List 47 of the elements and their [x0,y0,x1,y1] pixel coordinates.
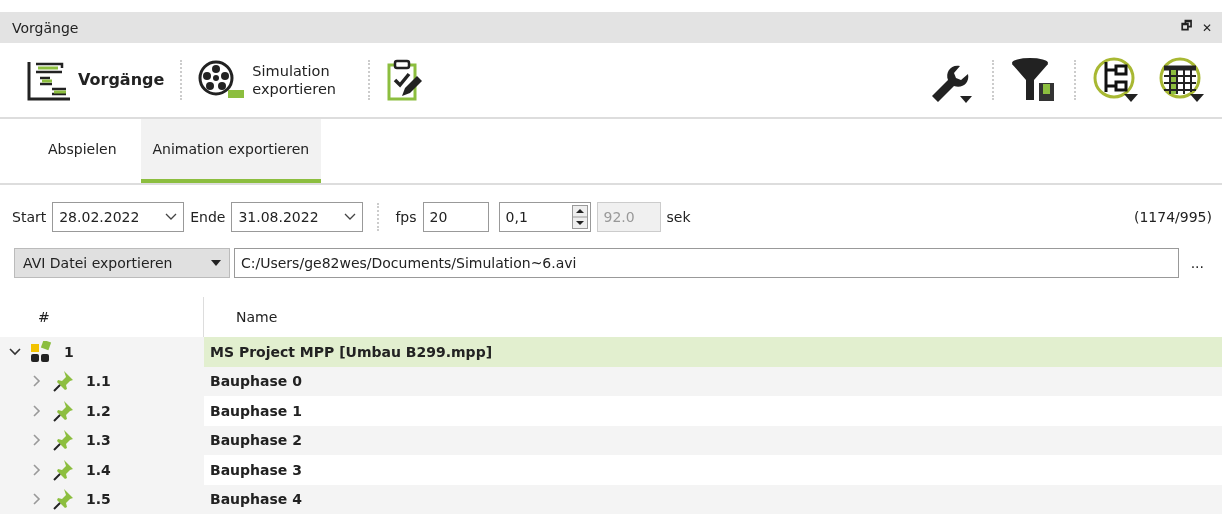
close-button[interactable]: ✕ [1199,17,1214,38]
window-title: Vorgänge [12,19,79,36]
tree-structure-icon [1092,56,1140,104]
name-cell[interactable]: MS Project MPP [Umbau B299.mpp] [204,337,1222,367]
name-cell[interactable]: Bauphase 4 [204,484,1222,514]
film-reel-icon [198,60,245,100]
clipboard-check-icon [386,58,423,102]
end-date-field[interactable]: 31.08.2022 [231,202,364,232]
column-header[interactable]: Name [204,297,278,337]
float-button[interactable]: 🗗 [1178,17,1194,38]
pushpin-icon [52,429,74,452]
pushpin-icon [52,370,74,393]
row-number: 1.4 [86,461,111,478]
row-number: 1.1 [86,373,111,390]
row-number: 1.3 [86,432,111,449]
toolbar-button[interactable]: Vorgänge [24,56,167,104]
row-number: 1 [64,343,74,360]
browse-button[interactable]: ... [1182,255,1212,271]
start-label: Start [12,209,47,225]
fps-label: fps [395,209,417,225]
format-dropdown[interactable]: AVI Datei exportieren [14,248,230,278]
toolbar-button[interactable]: Simulation exportieren [196,58,355,102]
pushpin-icon [52,458,74,481]
name-cell[interactable]: Bauphase 1 [204,396,1222,426]
duration-field: 92.0 [596,202,661,232]
name-cell[interactable]: Bauphase 2 [204,425,1222,455]
frame-count: (1174/995) [1134,209,1212,225]
table-grid-icon [1158,56,1206,104]
path-field[interactable]: C:/Users/ge82wes/Documents/Simulation~6.avi [234,248,1179,278]
name-cell[interactable]: Bauphase 0 [204,366,1222,396]
tab[interactable]: Abspielen [36,119,129,183]
step-spinbox[interactable]: 0,1 [498,202,591,232]
caret-icon [211,260,221,266]
pushpin-icon [52,399,74,422]
chevron-down-icon [344,213,357,221]
blocks-icon [30,340,52,363]
tab[interactable]: Animation exportieren [140,119,322,183]
spin-arrows-icon [571,205,588,229]
unit-label: sek [666,209,691,225]
start-date-field[interactable]: 28.02.2022 [52,202,185,232]
name-cell[interactable]: Bauphase 3 [204,455,1222,485]
pushpin-icon [52,488,74,511]
row-number: 1.5 [86,491,111,508]
fps-field[interactable]: 20 [422,202,489,232]
row-number: 1.2 [86,402,111,419]
chevron-down-icon [165,213,178,221]
end-label: Ende [190,209,226,225]
